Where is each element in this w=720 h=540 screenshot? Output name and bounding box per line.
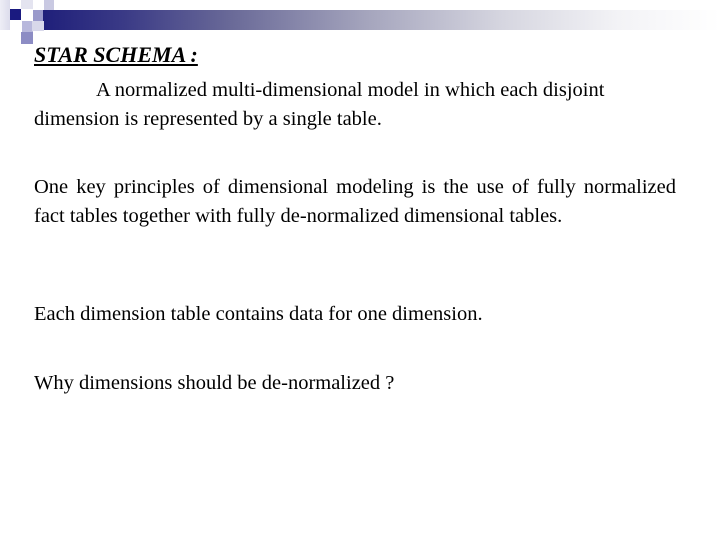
logo-square bbox=[21, 0, 33, 9]
logo-square bbox=[44, 0, 54, 10]
logo-square bbox=[10, 9, 21, 20]
logo-square bbox=[21, 32, 33, 44]
paragraph-key-principle: One key principles of dimensional modeli… bbox=[34, 176, 676, 227]
slide-title: STAR SCHEMA : bbox=[34, 42, 198, 67]
logo-square bbox=[32, 21, 44, 31]
logo-square bbox=[33, 10, 43, 21]
paragraph-dimension-table: Each dimension table contains data for o… bbox=[34, 303, 483, 325]
header-gradient-bar bbox=[42, 10, 720, 30]
paragraph-text: A normalized multi-dimensional model in … bbox=[34, 79, 605, 130]
logo-square bbox=[0, 0, 10, 30]
paragraph-question: Why dimensions should be de-normalized ? bbox=[34, 372, 395, 394]
paragraph-definition: A normalized multi-dimensional model in … bbox=[34, 76, 676, 134]
